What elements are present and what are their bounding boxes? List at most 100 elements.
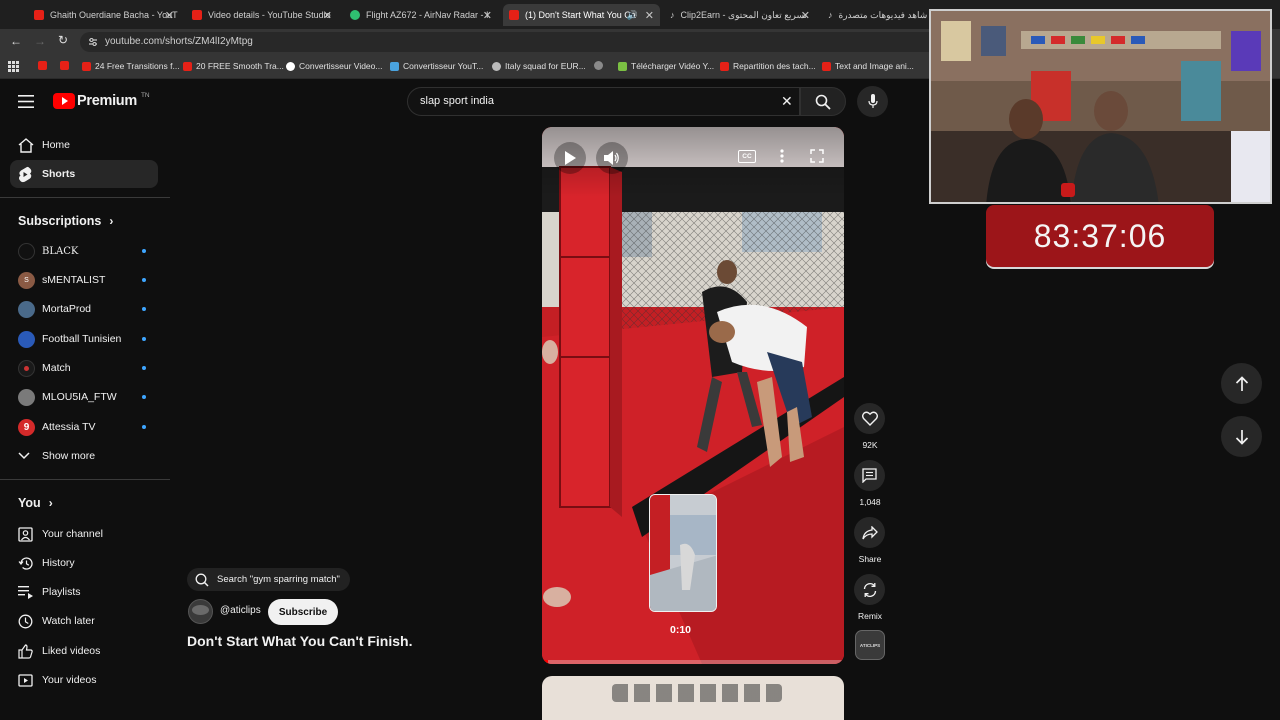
sidebar-item-liked-videos[interactable]: Liked videos bbox=[10, 637, 158, 665]
browser-tab[interactable]: Video details - YouTube Studio ✕ bbox=[186, 4, 338, 26]
bookmark-label: Repartition des tach... bbox=[733, 61, 816, 71]
sidebar-item-your-videos[interactable]: Your videos bbox=[10, 666, 158, 694]
channel-avatar-logo: ATICLIPS bbox=[859, 642, 881, 648]
new-content-dot bbox=[142, 337, 146, 341]
bookmark-item[interactable]: Télécharger Vidéo Y... bbox=[618, 61, 714, 71]
bookmark-item[interactable]: 20 FREE Smooth Tra... bbox=[183, 61, 284, 71]
sidebar-item-history[interactable]: History bbox=[10, 549, 158, 577]
voice-search-button[interactable] bbox=[857, 86, 888, 117]
browser-tab[interactable]: Flight AZ672 - AirNav Radar - I ✕ bbox=[344, 4, 498, 26]
shorts-icon bbox=[19, 166, 32, 182]
bookmark-label: 20 FREE Smooth Tra... bbox=[196, 61, 284, 71]
sidebar-item-label: Shorts bbox=[42, 168, 76, 180]
next-short-preview[interactable] bbox=[542, 676, 844, 720]
browser-tab[interactable]: Ghaith Ouerdiane Bacha - YouT ✕ bbox=[28, 4, 180, 26]
you-heading[interactable]: You › bbox=[18, 496, 53, 510]
volume-button[interactable] bbox=[596, 142, 628, 174]
timer-text: 83:37:06 bbox=[1033, 217, 1167, 254]
preview-image bbox=[650, 495, 716, 611]
apps-grid-icon[interactable] bbox=[8, 61, 19, 72]
url-text[interactable]: youtube.com/shorts/ZM4lI2yMtpg bbox=[105, 36, 253, 47]
next-short-button[interactable] bbox=[1221, 416, 1262, 457]
play-button[interactable] bbox=[554, 142, 586, 174]
remix-button[interactable] bbox=[854, 574, 885, 605]
sidebar-subscription-attessia[interactable]: 9 Attessia TV bbox=[10, 413, 158, 441]
channel-avatar: S bbox=[18, 271, 35, 289]
youtube-icon bbox=[82, 61, 91, 71]
subscriptions-title: Subscriptions bbox=[18, 214, 102, 228]
bookmark-youtube[interactable] bbox=[38, 61, 51, 70]
back-icon[interactable]: ← bbox=[10, 34, 22, 48]
preview-timestamp: 0:10 bbox=[670, 624, 692, 636]
sidebar-subscription-mortaprod[interactable]: MortaProd bbox=[10, 295, 158, 323]
bookmark-item[interactable]: Repartition des tach... bbox=[720, 61, 816, 71]
sidebar-subscription-black[interactable]: BLACK bbox=[10, 237, 158, 265]
like-button[interactable] bbox=[854, 403, 885, 434]
search-input[interactable]: slap sport india ✕ bbox=[407, 87, 800, 116]
sidebar-item-shorts[interactable]: Shorts bbox=[10, 160, 158, 188]
browser-tab[interactable]: ♪ شاهد فيديوهات متصدرة | bbox=[822, 4, 930, 26]
play-icon bbox=[565, 151, 576, 165]
fullscreen-icon[interactable] bbox=[810, 149, 824, 163]
forward-icon[interactable]: → bbox=[34, 34, 46, 48]
close-icon[interactable]: ✕ bbox=[801, 9, 810, 22]
speaker-icon[interactable]: 🔊 bbox=[627, 10, 638, 21]
bookmark-youtube[interactable] bbox=[60, 61, 73, 70]
share-button[interactable] bbox=[854, 517, 885, 548]
channel-handle[interactable]: @aticlips bbox=[220, 605, 261, 616]
bookmark-item[interactable]: Convertisseur YouT... bbox=[390, 61, 483, 71]
browser-tab[interactable]: ♪ Clip2Earn - تسريع تعاون المحتوى ✕ bbox=[664, 4, 816, 26]
sidebar-subscription-football-tunisien[interactable]: Football Tunisien bbox=[10, 325, 158, 353]
show-more-button[interactable]: Show more bbox=[10, 442, 158, 470]
close-icon[interactable]: ✕ bbox=[645, 9, 654, 22]
channel-avatar[interactable] bbox=[188, 599, 213, 624]
sidebar-item-label: MortaProd bbox=[42, 303, 92, 315]
close-icon[interactable]: ✕ bbox=[323, 9, 332, 22]
subscribe-button[interactable]: Subscribe bbox=[268, 599, 338, 625]
short-video-player[interactable]: CC 0:10 bbox=[542, 127, 844, 664]
youtube-premium-logo[interactable]: Premium TN bbox=[53, 91, 150, 109]
more-options-icon[interactable] bbox=[780, 149, 784, 163]
chevron-down-icon bbox=[18, 452, 30, 460]
sidebar-item-your-channel[interactable]: Your channel bbox=[10, 520, 158, 548]
site-settings-icon[interactable] bbox=[88, 37, 98, 47]
search-button[interactable] bbox=[800, 87, 846, 116]
channel-avatar bbox=[18, 359, 35, 377]
history-icon bbox=[18, 556, 33, 570]
comments-button[interactable] bbox=[854, 460, 885, 491]
progress-bar[interactable] bbox=[542, 660, 844, 664]
liked-videos-icon bbox=[18, 643, 33, 659]
sidebar-subscription-match[interactable]: Match bbox=[10, 354, 158, 382]
country-code: TN bbox=[140, 91, 150, 99]
youtube-icon bbox=[509, 10, 519, 20]
search-suggestion-chip[interactable]: Search "gym sparring match" bbox=[187, 568, 350, 591]
bookmark-label: Convertisseur Video... bbox=[299, 61, 383, 71]
channel-avatar-button[interactable]: ATICLIPS bbox=[855, 630, 885, 660]
browser-tab-active[interactable]: (1) Don't Start What You Ca 🔊 ✕ bbox=[503, 4, 660, 26]
bookmark-item[interactable]: Text and Image ani... bbox=[822, 61, 914, 71]
share-icon bbox=[861, 525, 878, 539]
menu-icon[interactable] bbox=[18, 95, 34, 108]
sidebar-subscription-mlou5ia[interactable]: MLOU5IA_FTW bbox=[10, 383, 158, 411]
sidebar-item-home[interactable]: Home bbox=[10, 131, 158, 159]
search-icon bbox=[815, 94, 831, 110]
bookmark-item[interactable] bbox=[594, 61, 607, 70]
captions-icon[interactable]: CC bbox=[738, 150, 756, 163]
close-icon[interactable]: ✕ bbox=[165, 9, 174, 22]
sidebar-subscription-smentalist[interactable]: S sMENTALIST bbox=[10, 266, 158, 294]
bookmark-label: Italy squad for EUR... bbox=[505, 61, 586, 71]
seek-preview-thumbnail bbox=[649, 494, 717, 612]
search-input-value[interactable]: slap sport india bbox=[420, 95, 494, 107]
bookmark-item[interactable]: Italy squad for EUR... bbox=[492, 61, 586, 71]
bookmark-item[interactable]: Convertisseur Video... bbox=[286, 61, 382, 71]
subscriptions-heading[interactable]: Subscriptions › bbox=[18, 214, 113, 228]
sidebar-item-playlists[interactable]: Playlists bbox=[10, 578, 158, 606]
short-title: Don't Start What You Can't Finish. bbox=[187, 633, 413, 649]
reload-icon[interactable]: ↻ bbox=[58, 33, 68, 47]
previous-short-button[interactable] bbox=[1221, 363, 1262, 404]
youtube-icon bbox=[60, 61, 69, 70]
bookmark-item[interactable]: 24 Free Transitions f... bbox=[82, 61, 180, 71]
sidebar-item-watch-later[interactable]: Watch later bbox=[10, 607, 158, 635]
close-icon[interactable]: ✕ bbox=[483, 9, 492, 22]
clear-search-icon[interactable]: ✕ bbox=[781, 93, 793, 110]
